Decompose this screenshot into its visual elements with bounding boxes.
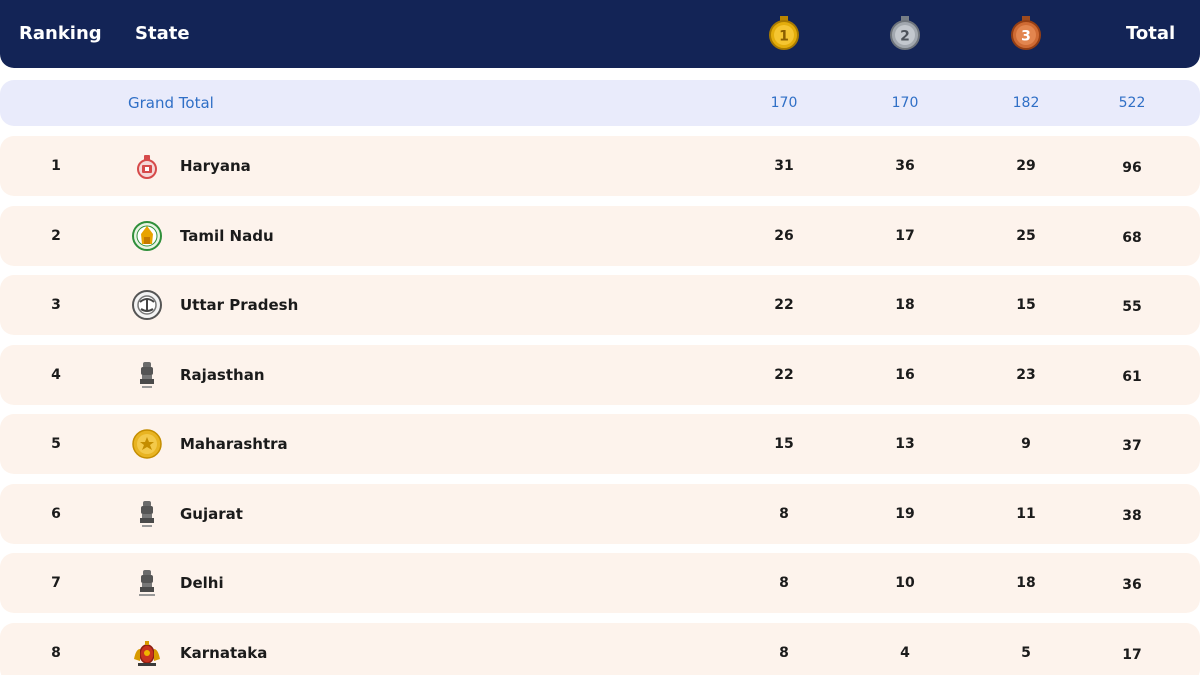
row-rank: 7	[51, 575, 61, 591]
gold-medal-icon: 1	[769, 16, 799, 50]
row-silver: 17	[895, 228, 915, 244]
row-bronze: 11	[1016, 506, 1036, 522]
row-silver: 4	[900, 645, 910, 661]
row-state-name[interactable]: Uttar Pradesh	[180, 295, 298, 315]
row-state-name[interactable]: Gujarat	[180, 504, 243, 524]
table-row[interactable]: 6 Gujarat 8 19 11 38	[0, 484, 1200, 544]
row-state-name[interactable]: Haryana	[180, 156, 251, 176]
table-row[interactable]: 5 Maharashtra 15 13 9 37	[0, 414, 1200, 474]
row-rank: 4	[51, 367, 61, 383]
medal-tally-page: Ranking State 1 2 3 Total Grand Total 17…	[0, 0, 1200, 675]
gold-medal-label: 1	[779, 29, 789, 45]
row-rank: 3	[51, 297, 61, 313]
table-row[interactable]: 1 Haryana 31 36 29 96	[0, 136, 1200, 196]
row-state-name[interactable]: Maharashtra	[180, 434, 288, 454]
row-silver: 36	[895, 158, 915, 174]
row-rank: 6	[51, 506, 61, 522]
row-total: 17	[1122, 647, 1142, 663]
row-gold: 22	[774, 297, 794, 313]
tamil-nadu-emblem-icon	[132, 221, 162, 251]
bronze-medal-label: 3	[1021, 29, 1031, 45]
uttar-pradesh-emblem-icon	[132, 290, 162, 320]
grand-total-label: Grand Total	[128, 94, 214, 112]
row-rank: 8	[51, 645, 61, 661]
table-header: Ranking State 1 2 3 Total	[0, 0, 1200, 68]
karnataka-emblem-icon	[134, 641, 160, 666]
row-silver: 19	[895, 506, 915, 522]
row-bronze: 9	[1021, 436, 1031, 452]
row-total: 37	[1122, 438, 1142, 454]
row-total: 55	[1122, 299, 1142, 315]
haryana-emblem-icon	[137, 155, 157, 179]
table-row[interactable]: 2 Tamil Nadu 26 17 25 68	[0, 206, 1200, 266]
row-rank: 2	[51, 228, 61, 244]
gujarat-emblem-icon	[140, 501, 154, 527]
row-bronze: 25	[1016, 228, 1036, 244]
row-silver: 10	[895, 575, 915, 591]
grand-total-bronze: 182	[1012, 95, 1040, 111]
row-gold: 31	[774, 158, 794, 174]
row-gold: 26	[774, 228, 794, 244]
state-column-header: State	[135, 23, 190, 44]
row-total: 96	[1122, 160, 1142, 176]
row-state-name[interactable]: Karnataka	[180, 643, 267, 663]
grand-total-row: Grand Total 170 170 182 522	[0, 80, 1200, 126]
row-gold: 22	[774, 367, 794, 383]
ranking-column-header: Ranking	[19, 23, 102, 44]
row-silver: 16	[895, 367, 915, 383]
grand-total-silver: 170	[891, 95, 919, 111]
row-total: 61	[1122, 369, 1142, 385]
grand-total-total: 522	[1118, 95, 1146, 111]
row-gold: 8	[779, 575, 789, 591]
row-gold: 8	[779, 645, 789, 661]
maharashtra-emblem-icon	[132, 429, 162, 459]
row-bronze: 5	[1021, 645, 1031, 661]
table-row[interactable]: 4 Rajasthan 22 16 23 61	[0, 345, 1200, 405]
row-gold: 15	[774, 436, 794, 452]
bronze-medal-icon: 3	[1011, 16, 1041, 50]
table-row[interactable]: 8 Karnataka 8 4 5 17	[0, 623, 1200, 675]
row-bronze: 15	[1016, 297, 1036, 313]
row-silver: 18	[895, 297, 915, 313]
delhi-emblem-icon	[139, 570, 155, 596]
row-state-name[interactable]: Delhi	[180, 573, 224, 593]
row-bronze: 18	[1016, 575, 1036, 591]
row-state-name[interactable]: Tamil Nadu	[180, 226, 274, 246]
rajasthan-emblem-icon	[140, 362, 154, 388]
row-state-name[interactable]: Rajasthan	[180, 365, 265, 385]
grand-total-gold: 170	[770, 95, 798, 111]
row-total: 38	[1122, 508, 1142, 524]
row-rank: 5	[51, 436, 61, 452]
silver-medal-label: 2	[900, 29, 910, 45]
row-total: 36	[1122, 577, 1142, 593]
silver-medal-icon: 2	[890, 16, 920, 50]
table-row[interactable]: 7 Delhi 8 10 18 36	[0, 553, 1200, 613]
row-bronze: 23	[1016, 367, 1036, 383]
row-gold: 8	[779, 506, 789, 522]
row-silver: 13	[895, 436, 915, 452]
row-total: 68	[1122, 230, 1142, 246]
row-rank: 1	[51, 158, 61, 174]
table-row[interactable]: 3 Uttar Pradesh 22 18 15 55	[0, 275, 1200, 335]
total-column-header: Total	[1126, 23, 1176, 44]
row-bronze: 29	[1016, 158, 1036, 174]
